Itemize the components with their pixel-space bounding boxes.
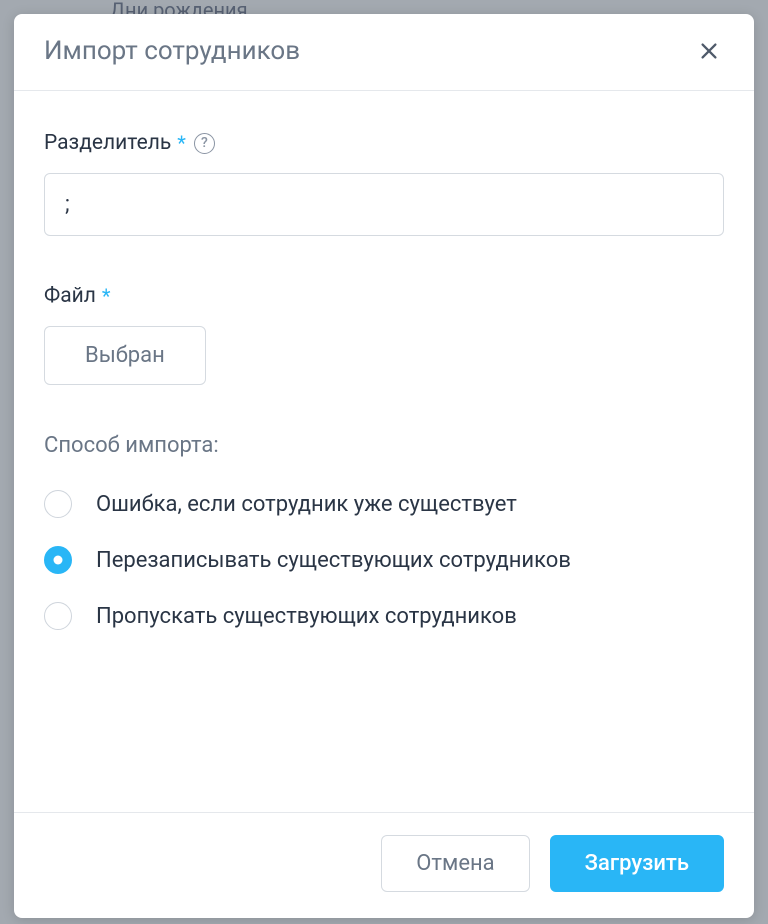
modal-body: Разделитель * ? Файл * Выбран Способ имп… [14, 91, 754, 812]
modal-footer: Отмена Загрузить [14, 812, 754, 918]
modal-header: Импорт сотрудников [14, 14, 754, 91]
import-method-radio-group: Ошибка, если сотрудник уже существует Пе… [44, 490, 724, 630]
radio-circle-icon [44, 602, 72, 630]
radio-label: Ошибка, если сотрудник уже существует [96, 492, 517, 517]
cancel-button[interactable]: Отмена [381, 835, 529, 892]
delimiter-field-group: Разделитель * ? [44, 131, 724, 236]
radio-option-error[interactable]: Ошибка, если сотрудник уже существует [44, 490, 724, 518]
required-indicator: * [102, 286, 111, 306]
radio-circle-icon [44, 490, 72, 518]
radio-label: Перезаписывать существующих сотрудников [96, 548, 571, 573]
radio-label: Пропускать существующих сотрудников [96, 604, 517, 629]
radio-option-overwrite[interactable]: Перезаписывать существующих сотрудников [44, 546, 724, 574]
file-field-group: Файл * Выбран [44, 284, 724, 385]
file-select-button[interactable]: Выбран [44, 326, 206, 385]
submit-button[interactable]: Загрузить [550, 835, 724, 892]
file-label-row: Файл * [44, 284, 724, 308]
modal-title: Импорт сотрудников [44, 36, 300, 66]
radio-circle-icon [44, 546, 72, 574]
import-employees-modal: Импорт сотрудников Разделитель * ? Файл … [14, 14, 754, 918]
delimiter-label-row: Разделитель * ? [44, 131, 724, 155]
required-indicator: * [177, 133, 186, 153]
close-button[interactable] [694, 36, 724, 66]
import-method-label: Способ импорта: [44, 433, 724, 458]
delimiter-input[interactable] [44, 173, 724, 236]
file-label: Файл [44, 284, 96, 308]
import-method-section: Способ импорта: Ошибка, если сотрудник у… [44, 433, 724, 630]
radio-option-skip[interactable]: Пропускать существующих сотрудников [44, 602, 724, 630]
help-icon[interactable]: ? [194, 133, 215, 154]
close-icon [698, 40, 720, 62]
delimiter-label: Разделитель [44, 131, 171, 155]
